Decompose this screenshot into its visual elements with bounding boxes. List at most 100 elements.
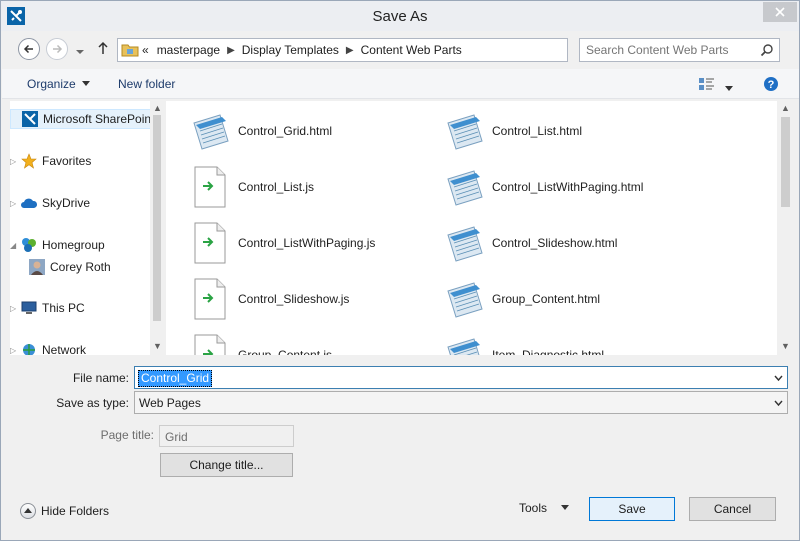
svg-text:?: ? xyxy=(768,79,775,91)
change-view-button[interactable] xyxy=(698,76,716,95)
nav-pane-scrollbar[interactable]: ▲ ▼ xyxy=(150,101,164,355)
chevron-down-icon xyxy=(81,81,90,86)
search-icon[interactable] xyxy=(760,43,774,60)
cloud-icon xyxy=(20,195,38,211)
chevron-down-icon xyxy=(76,50,84,54)
organize-label: Organize xyxy=(27,77,76,91)
hide-folders-button[interactable]: Hide Folders xyxy=(20,503,109,519)
nav-item-corey-roth[interactable]: Corey Roth xyxy=(28,257,162,277)
file-item[interactable]: Control_List.html xyxy=(440,107,582,155)
nav-item-skydrive[interactable]: ▷ SkyDrive xyxy=(10,193,150,213)
chevron-right-icon[interactable]: ▷ xyxy=(10,304,20,313)
chevron-right-icon[interactable]: ▷ xyxy=(10,157,20,166)
file-name-value[interactable]: Control_Grid xyxy=(138,370,213,387)
file-scroll-thumb[interactable] xyxy=(781,117,790,207)
chevron-right-icon[interactable]: ▷ xyxy=(10,199,20,208)
window-title: Save As xyxy=(372,8,428,25)
html-file-icon xyxy=(440,219,488,267)
file-item[interactable]: Item_Diagnostic.html xyxy=(440,331,604,355)
scroll-up-icon[interactable]: ▲ xyxy=(153,103,162,113)
nav-item-network[interactable]: ▷ Network xyxy=(10,340,150,355)
nav-scroll-thumb[interactable] xyxy=(153,115,161,321)
breadcrumb-separator-icon[interactable]: ▶ xyxy=(227,45,235,56)
file-list-scrollbar[interactable]: ▲ ▼ xyxy=(777,101,794,355)
file-item[interactable]: Control_Grid.html xyxy=(186,107,332,155)
file-item[interactable]: Control_Slideshow.html xyxy=(440,219,617,267)
file-name: Control_Grid.html xyxy=(238,124,333,138)
save-as-type-value: Web Pages xyxy=(139,396,201,410)
breadcrumb-overflow[interactable]: « xyxy=(142,43,149,57)
html-file-icon xyxy=(440,275,488,323)
file-item[interactable]: Control_Slideshow.js xyxy=(186,275,349,323)
folder-icon xyxy=(121,43,139,60)
breadcrumb-separator-icon[interactable]: ▶ xyxy=(346,45,354,56)
html-file-icon xyxy=(440,163,488,211)
file-item[interactable]: Group_Content.html xyxy=(440,275,600,323)
forward-button[interactable] xyxy=(46,38,68,60)
breadcrumb-masterpage[interactable]: masterpage xyxy=(157,43,220,57)
breadcrumb-display-templates[interactable]: Display Templates xyxy=(242,43,339,57)
file-name: Control_ListWithPaging.html xyxy=(492,180,644,194)
chevron-down-icon[interactable] xyxy=(774,399,783,408)
html-file-icon xyxy=(440,331,488,355)
js-file-icon xyxy=(186,219,234,267)
file-name: Control_List.js xyxy=(238,180,315,194)
recent-locations-button[interactable] xyxy=(75,45,85,59)
chevron-right-icon[interactable]: ▷ xyxy=(10,346,20,355)
file-name-input[interactable]: Control_Grid xyxy=(134,366,788,389)
close-button[interactable] xyxy=(763,2,797,22)
cancel-button[interactable]: Cancel xyxy=(689,497,776,521)
view-dropdown-button[interactable] xyxy=(724,81,734,95)
user-avatar-icon xyxy=(28,259,46,275)
file-name-label: File name: xyxy=(72,371,129,385)
search-input[interactable] xyxy=(586,42,756,58)
file-name: Control_Slideshow.html xyxy=(492,236,618,250)
page-title-value: Grid xyxy=(165,430,188,444)
homegroup-icon xyxy=(20,237,38,253)
close-icon xyxy=(775,7,785,17)
nav-item-homegroup[interactable]: ◢ Homegroup xyxy=(10,235,150,255)
nav-item-label: This PC xyxy=(42,301,85,315)
nav-item-sharepoint[interactable]: Microsoft SharePoint xyxy=(10,109,160,129)
address-bar[interactable]: « masterpage ▶ Display Templates ▶ Conte… xyxy=(117,38,650,62)
file-name: Control_Slideshow.js xyxy=(238,292,350,306)
tools-label: Tools xyxy=(519,501,548,515)
chevron-down-icon[interactable]: ◢ xyxy=(10,241,20,250)
breadcrumb-content-web-parts[interactable]: Content Web Parts xyxy=(361,43,462,57)
html-file-icon xyxy=(440,107,488,155)
scroll-up-icon[interactable]: ▲ xyxy=(781,103,790,113)
file-item[interactable]: Control_ListWithPaging.js xyxy=(186,219,375,267)
nav-item-this-pc[interactable]: ▷ This PC xyxy=(10,298,150,318)
tools-button[interactable]: Tools xyxy=(519,501,570,515)
up-button[interactable] xyxy=(97,41,109,58)
help-button[interactable]: ? xyxy=(763,76,779,95)
scroll-down-icon[interactable]: ▼ xyxy=(781,341,790,351)
chevron-down-icon[interactable] xyxy=(774,374,783,383)
network-icon xyxy=(20,342,38,355)
title-bar: Save As xyxy=(1,1,799,31)
arrow-right-icon xyxy=(53,44,63,54)
nav-item-favorites[interactable]: ▷ Favorites xyxy=(10,151,150,171)
js-file-icon xyxy=(186,275,234,323)
file-item[interactable]: Control_List.js xyxy=(186,163,314,211)
nav-item-label: Microsoft SharePoint xyxy=(43,112,155,126)
arrow-up-icon xyxy=(98,41,108,54)
arrow-left-icon xyxy=(23,44,33,54)
save-as-type-label: Save as type: xyxy=(56,396,129,410)
change-title-button[interactable]: Change title... xyxy=(160,453,293,477)
save-button[interactable]: Save xyxy=(589,497,675,521)
search-box[interactable] xyxy=(579,38,780,62)
new-folder-button[interactable]: New folder xyxy=(118,77,175,91)
file-name: Group_Content.html xyxy=(492,292,601,306)
chevron-up-icon xyxy=(20,503,36,519)
back-button[interactable] xyxy=(18,38,40,60)
file-item[interactable]: Control_ListWithPaging.html xyxy=(440,163,643,211)
help-icon: ? xyxy=(764,77,778,91)
html-file-icon xyxy=(186,107,234,155)
scroll-down-icon[interactable]: ▼ xyxy=(153,341,162,351)
computer-icon xyxy=(20,300,38,316)
organize-button[interactable]: Organize xyxy=(27,77,90,91)
file-item[interactable]: Group_Content.js xyxy=(186,331,332,355)
file-name: Group_Content.js xyxy=(238,348,333,355)
save-as-type-select[interactable]: Web Pages xyxy=(134,391,788,414)
